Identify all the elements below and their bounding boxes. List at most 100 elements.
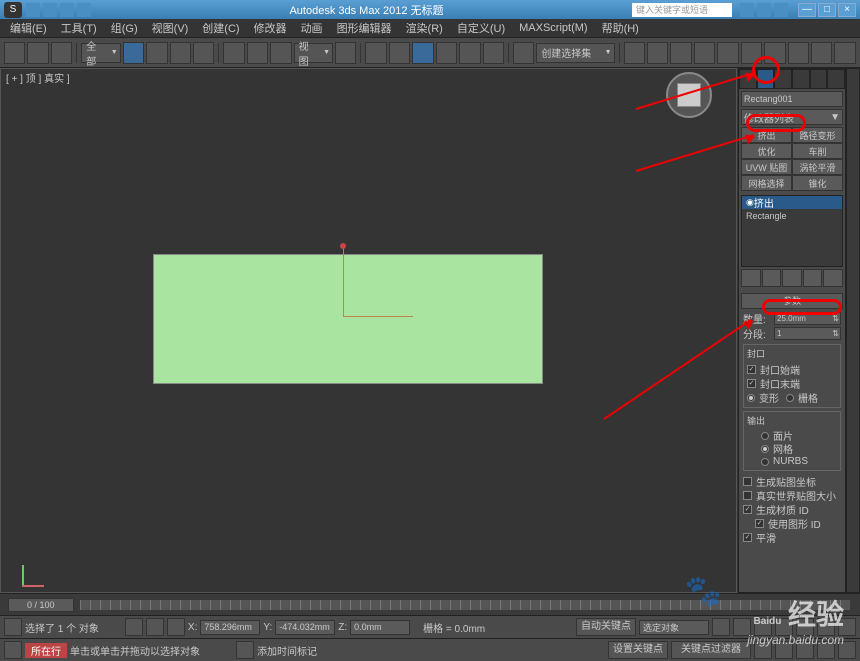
mod-meshselect-button[interactable]: 网格选择: [741, 175, 792, 191]
select-icon[interactable]: [123, 42, 144, 64]
y-coord-input[interactable]: [275, 620, 335, 635]
play-next-icon[interactable]: [754, 618, 772, 636]
nav-maxview-icon[interactable]: [838, 641, 856, 659]
stack-item-rectangle[interactable]: Rectangle: [742, 209, 842, 222]
time-tag-icon[interactable]: [236, 641, 254, 659]
script-macro-icon[interactable]: [4, 641, 22, 659]
mod-uvw-button[interactable]: UVW 贴图: [741, 159, 792, 175]
link-icon[interactable]: [51, 42, 72, 64]
info-icon[interactable]: [740, 3, 754, 17]
absolute-icon[interactable]: [167, 618, 185, 636]
viewport-label[interactable]: [ + ] 顶 ] 真实 ]: [6, 70, 70, 85]
viewcube[interactable]: [666, 72, 712, 118]
useshape-checkbox[interactable]: ✓: [755, 519, 764, 528]
selection-set-input[interactable]: [639, 620, 709, 635]
nav-zoom-icon[interactable]: [796, 618, 814, 636]
mirror-icon[interactable]: [624, 42, 645, 64]
qat-icon[interactable]: [77, 3, 91, 17]
menu-create[interactable]: 创建(C): [196, 18, 245, 38]
star-icon[interactable]: [757, 3, 771, 17]
genmap-checkbox[interactable]: [743, 477, 752, 486]
menu-rendering[interactable]: 渲染(R): [400, 18, 449, 38]
render-icon[interactable]: [834, 42, 855, 64]
tab-motion-icon[interactable]: [792, 69, 810, 89]
tab-hierarchy-icon[interactable]: [774, 69, 792, 89]
nurbs-radio[interactable]: [761, 458, 769, 466]
named-selection-dropdown[interactable]: 创建选择集: [536, 43, 614, 63]
selection-filter-dropdown[interactable]: 全部: [81, 43, 120, 63]
menu-animation[interactable]: 动画: [295, 18, 329, 38]
maximize-button[interactable]: □: [818, 3, 836, 17]
tab-utilities-icon[interactable]: [827, 69, 845, 89]
play-prev-icon[interactable]: [712, 618, 730, 636]
qat-icon[interactable]: [60, 3, 74, 17]
menu-maxscript[interactable]: MAXScript(M): [513, 20, 593, 36]
nav-fov-icon[interactable]: [796, 641, 814, 659]
show-end-icon[interactable]: [762, 269, 782, 287]
layers-icon[interactable]: [670, 42, 691, 64]
menu-view[interactable]: 视图(V): [146, 18, 195, 38]
cap-end-checkbox[interactable]: ✓: [747, 379, 756, 388]
mod-pathdeform-button[interactable]: 路径变形: [792, 127, 843, 143]
qat-icon[interactable]: [43, 3, 57, 17]
close-button[interactable]: ×: [838, 3, 856, 17]
align-icon[interactable]: [647, 42, 668, 64]
redo-icon[interactable]: [27, 42, 48, 64]
rotate-icon[interactable]: [247, 42, 268, 64]
modifier-list-dropdown[interactable]: 修改器列表▼: [741, 109, 843, 125]
mod-lathe-button[interactable]: 车削: [792, 143, 843, 159]
select-name-icon[interactable]: [146, 42, 167, 64]
mod-turbosmooth-button[interactable]: 涡轮平滑: [792, 159, 843, 175]
config-mod-icon[interactable]: [823, 269, 843, 287]
cap-start-checkbox[interactable]: ✓: [747, 365, 756, 374]
angle-snap-icon[interactable]: [436, 42, 457, 64]
select-region-icon[interactable]: [170, 42, 191, 64]
rollout-parameters-header[interactable]: 参数: [741, 293, 843, 309]
amount-spinner[interactable]: 25.0mm: [774, 312, 841, 325]
nav-orbit-icon[interactable]: [817, 618, 835, 636]
object-name-input[interactable]: Rectang001: [741, 91, 843, 107]
pin-stack-icon[interactable]: [741, 269, 761, 287]
genmat-checkbox[interactable]: ✓: [743, 505, 752, 514]
undo-icon[interactable]: [4, 42, 25, 64]
segments-spinner[interactable]: 1: [774, 327, 841, 340]
ns-edit-icon[interactable]: [513, 42, 534, 64]
move-icon[interactable]: [223, 42, 244, 64]
snap-icon[interactable]: [412, 42, 433, 64]
z-coord-input[interactable]: [350, 620, 410, 635]
morph-radio[interactable]: [747, 394, 755, 402]
lock-row-button[interactable]: 所在行: [25, 643, 67, 658]
refcoord-dropdown[interactable]: 视图: [294, 43, 333, 63]
remove-mod-icon[interactable]: [803, 269, 823, 287]
nav-walk-icon[interactable]: [817, 641, 835, 659]
keyboard-shortcut-icon[interactable]: [389, 42, 410, 64]
add-time-label[interactable]: 添加时间标记: [257, 643, 317, 658]
unique-icon[interactable]: [782, 269, 802, 287]
panel-scrollbar[interactable]: [846, 68, 860, 593]
modifier-stack[interactable]: ◉ 挤出 Rectangle: [741, 195, 843, 267]
patch-radio[interactable]: [761, 432, 769, 440]
mod-taper-button[interactable]: 锥化: [792, 175, 843, 191]
menu-modifiers[interactable]: 修改器: [248, 18, 293, 38]
minimize-button[interactable]: —: [798, 3, 816, 17]
menu-help[interactable]: 帮助(H): [596, 18, 645, 38]
window-crossing-icon[interactable]: [193, 42, 214, 64]
menu-tools[interactable]: 工具(T): [55, 18, 103, 38]
rendered-frame-icon[interactable]: [811, 42, 832, 64]
nav-max-icon[interactable]: [838, 618, 856, 636]
menu-edit[interactable]: 编辑(E): [4, 18, 53, 38]
menu-grapheditors[interactable]: 图形编辑器: [331, 18, 398, 38]
manipulate-icon[interactable]: [365, 42, 386, 64]
script-listener-icon[interactable]: [4, 618, 22, 636]
menu-group[interactable]: 组(G): [105, 18, 144, 38]
spinner-snap-icon[interactable]: [483, 42, 504, 64]
play-icon[interactable]: [733, 618, 751, 636]
graphite-icon[interactable]: [694, 42, 715, 64]
smooth-checkbox[interactable]: ✓: [743, 533, 752, 542]
nav-zoomext-icon[interactable]: [775, 641, 793, 659]
percent-snap-icon[interactable]: [459, 42, 480, 64]
grid-radio[interactable]: [786, 394, 794, 402]
x-coord-input[interactable]: [200, 620, 260, 635]
stack-item-extrude[interactable]: ◉ 挤出: [742, 196, 842, 209]
time-config-icon[interactable]: [754, 641, 772, 659]
